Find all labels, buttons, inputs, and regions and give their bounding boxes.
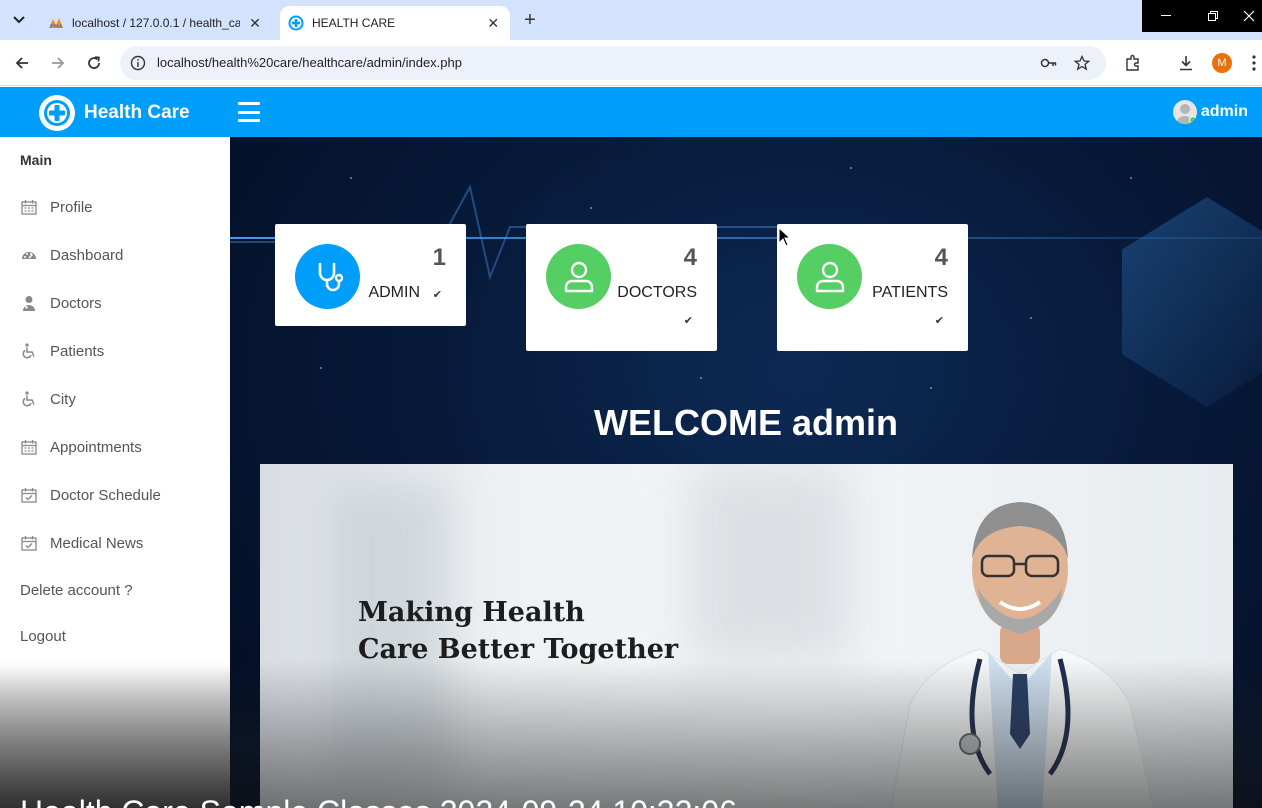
patients-count: 4: [934, 244, 948, 271]
browser-tab-bar: PMA localhost / 127.0.0.1 / health_ca ✕ …: [0, 0, 1262, 40]
calendar-icon: [20, 438, 38, 456]
browser-menu-icon[interactable]: [1247, 52, 1261, 74]
user-icon: [797, 244, 862, 309]
mouse-cursor-icon: [778, 227, 792, 247]
sidebar-item-label: Doctors: [50, 294, 102, 312]
close-tab-icon[interactable]: ✕: [246, 14, 264, 32]
reload-icon: [88, 56, 100, 69]
admin-count: 1: [432, 244, 446, 271]
admin-label: ADMIN: [368, 284, 420, 301]
check-icon: ✔: [683, 315, 693, 327]
close-window-icon[interactable]: [1236, 0, 1262, 32]
user-avatar: [1172, 100, 1197, 124]
doctors-count: 4: [683, 244, 697, 271]
sidebar-item-label: Profile: [50, 198, 93, 216]
extensions-icon[interactable]: [1122, 52, 1144, 74]
sidebar-item-patients[interactable]: Patients: [20, 342, 104, 360]
check-icon: ✔: [432, 289, 442, 301]
calendar-check-icon: [20, 486, 38, 504]
patients-label: PATIENTS: [872, 284, 948, 301]
chevron-down-icon: [13, 16, 25, 24]
forward-button[interactable]: [45, 50, 71, 76]
user-name: admin: [1200, 103, 1248, 120]
logo-text: Health Care: [84, 102, 190, 123]
sidebar-item-doctors[interactable]: Doctors: [20, 294, 102, 312]
back-button[interactable]: [9, 50, 35, 76]
sidebar-item-appointments[interactable]: Appointments: [20, 438, 142, 456]
phpmyadmin-icon: PMA: [48, 15, 64, 31]
calendar-check-icon: [20, 534, 38, 552]
site-info-icon[interactable]: [128, 53, 148, 73]
sidebar-item-dashboard[interactable]: Dashboard: [20, 246, 123, 264]
stethoscope-icon: [295, 244, 360, 309]
user-menu[interactable]: admin: [1172, 100, 1248, 124]
app-header: Health Care admin: [0, 87, 1262, 137]
user-icon: [546, 244, 611, 309]
download-icon[interactable]: [1175, 52, 1197, 74]
sidebar-item-profile[interactable]: Profile: [20, 198, 93, 216]
footer-text: Health Care Sample Classes 2024-09-24 10…: [20, 792, 737, 808]
sidebar-item-medical-news[interactable]: Medical News: [20, 534, 143, 552]
hamburger-menu-icon[interactable]: [238, 102, 260, 122]
banner-tagline: Making Health Care Better Together: [358, 594, 678, 668]
calendar-icon: [20, 198, 38, 216]
browser-toolbar: localhost/health%20care/healthcare/admin…: [0, 40, 1262, 86]
arrow-right-icon: [52, 57, 65, 69]
sidebar: Main Profile Dashboard Doctors Patients …: [0, 137, 230, 808]
restore-icon[interactable]: [1189, 0, 1236, 32]
health-care-icon: [288, 15, 304, 31]
check-icon: ✔: [934, 315, 944, 327]
sidebar-item-doctor-schedule[interactable]: Doctor Schedule: [20, 486, 161, 504]
doctors-count-widget[interactable]: 4 DOCTORS ✔: [526, 224, 717, 351]
window-controls: [1142, 0, 1262, 32]
reload-button[interactable]: [81, 50, 107, 76]
new-tab-button[interactable]: +: [518, 9, 542, 31]
delete-account-link[interactable]: Delete account ?: [20, 582, 133, 599]
sidebar-item-label: Patients: [50, 342, 105, 360]
svg-text:PMA: PMA: [50, 24, 63, 29]
banner-line-1: Making Health: [358, 597, 585, 628]
sidebar-item-label: Appointments: [50, 438, 142, 456]
sidebar-item-city[interactable]: City: [20, 390, 76, 408]
tab-phpmyadmin[interactable]: PMA localhost / 127.0.0.1 / health_ca ✕: [40, 6, 272, 40]
tab-health-care[interactable]: HEALTH CARE ✕: [280, 6, 510, 40]
online-status-dot: [1188, 116, 1197, 124]
minimize-icon[interactable]: [1142, 0, 1189, 32]
sidebar-item-label: City: [50, 390, 76, 408]
address-bar[interactable]: localhost/health%20care/healthcare/admin…: [120, 46, 1106, 80]
user-md-icon: [20, 294, 38, 312]
dashboard-icon: [20, 246, 38, 264]
close-tab-icon[interactable]: ✕: [484, 14, 502, 32]
welcome-heading: WELCOME admin: [594, 402, 898, 443]
tab-title: localhost / 127.0.0.1 / health_ca: [72, 16, 240, 30]
logo[interactable]: Health Care: [39, 95, 190, 131]
bookmark-star-icon[interactable]: [1072, 53, 1092, 73]
banner-image: Making Health Care Better Together: [260, 464, 1233, 808]
sidebar-item-label: Doctor Schedule: [50, 486, 161, 504]
doctors-label: DOCTORS: [617, 284, 697, 301]
banner-line-2: Care Better Together: [358, 634, 679, 665]
arrow-left-icon: [15, 57, 28, 69]
tab-title: HEALTH CARE: [312, 16, 396, 30]
wheelchair-icon: [20, 342, 38, 360]
wheelchair-icon: [20, 390, 38, 408]
url-text: localhost/health%20care/healthcare/admin…: [157, 55, 462, 70]
tab-search-button[interactable]: [6, 8, 32, 32]
admin-count-widget[interactable]: 1 ADMIN ✔: [275, 224, 466, 326]
password-key-icon[interactable]: [1039, 53, 1059, 73]
sidebar-item-label: Dashboard: [50, 246, 124, 264]
profile-avatar[interactable]: M: [1212, 53, 1232, 73]
patients-count-widget[interactable]: 4 PATIENTS ✔: [777, 224, 968, 351]
doctor-photo: [890, 502, 1155, 808]
background-decoration: [1122, 197, 1262, 407]
main-content: 1 ADMIN ✔ 4 DOCTORS ✔ 4 PATIENTS ✔ WELCO…: [230, 137, 1262, 808]
sidebar-item-label: Medical News: [50, 534, 144, 552]
overlay-gradient: [0, 667, 230, 808]
logout-link[interactable]: Logout: [20, 628, 66, 645]
health-care-logo-icon: [39, 95, 75, 131]
sidebar-menu-title: Main: [20, 152, 52, 168]
